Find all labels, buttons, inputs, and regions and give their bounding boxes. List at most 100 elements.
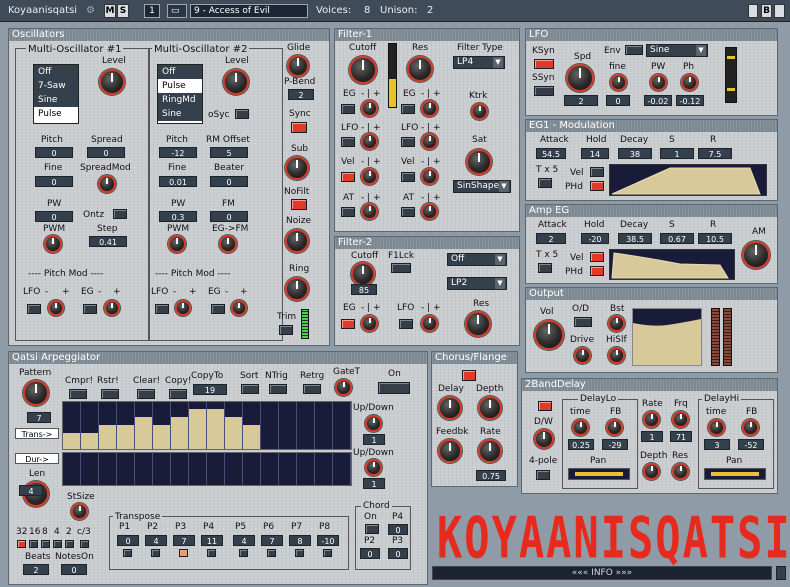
updown-1-knob[interactable]: [365, 415, 382, 432]
sync-button[interactable]: [291, 122, 307, 133]
f1-eg2-button[interactable]: [401, 104, 415, 114]
res-knob[interactable]: [672, 463, 689, 480]
retrg-button[interactable]: [303, 384, 321, 394]
osc1-pitch-value[interactable]: 0: [35, 147, 73, 158]
osc1-wave-option[interactable]: 7-Saw: [34, 79, 78, 93]
osc1-wave-option-selected[interactable]: Pulse: [34, 107, 78, 121]
res-2-button[interactable]: [65, 540, 74, 548]
arp-step-bar[interactable]: [117, 425, 135, 449]
vol-knob[interactable]: [534, 320, 564, 350]
fine-knob[interactable]: [610, 74, 627, 91]
preset-browser-icon[interactable]: ▭: [167, 4, 187, 18]
arp-step-bar[interactable]: [189, 409, 207, 449]
arp-step-bar[interactable]: [243, 425, 261, 449]
gear-icon[interactable]: ⚙: [86, 5, 95, 16]
spreadmod-knob[interactable]: [98, 175, 116, 193]
f1-vel2-button[interactable]: [401, 172, 415, 182]
eg1-r-value[interactable]: 7.5: [698, 148, 732, 159]
osc2-wave-option[interactable]: Off: [158, 65, 202, 79]
eg1-tx5-button[interactable]: [538, 178, 552, 188]
cmpr-button[interactable]: [69, 389, 87, 399]
osc2-lfo-amount-knob[interactable]: [175, 300, 191, 316]
osc2-wave-option[interactable]: RingMd: [158, 93, 202, 107]
chorus-on-button[interactable]: [462, 370, 476, 381]
ph-value[interactable]: -0.12: [676, 95, 704, 106]
osc2-level-knob[interactable]: [223, 69, 249, 95]
delayhi-fb-value[interactable]: -52: [738, 439, 764, 450]
osc2-wave-option[interactable]: Sine: [158, 107, 202, 121]
arp-duration-grid[interactable]: [62, 452, 352, 486]
transpose-p7-value[interactable]: 8: [289, 535, 311, 546]
pbend-value[interactable]: 2: [288, 89, 314, 100]
amp-phd-button[interactable]: [590, 266, 604, 276]
amp-tx5-button[interactable]: [538, 263, 552, 273]
chorus-feedbk-knob[interactable]: [438, 439, 462, 463]
osc1-fine-value[interactable]: 0: [35, 176, 73, 187]
eg1-attack-value[interactable]: 54.5: [536, 148, 566, 159]
arp-transpose-grid[interactable]: [62, 401, 352, 450]
four-pole-button[interactable]: [536, 470, 550, 480]
f2-lfo-knob[interactable]: [421, 315, 438, 332]
eg1-phd-button[interactable]: [590, 181, 604, 191]
res-c3-button[interactable]: [80, 540, 89, 548]
arp-step-bar[interactable]: [135, 417, 153, 449]
close-button[interactable]: [774, 4, 785, 18]
beats-value[interactable]: 2: [23, 564, 49, 575]
arp-step-bar[interactable]: [171, 417, 189, 449]
osync-button[interactable]: [235, 109, 249, 119]
pw-value[interactable]: -0.02: [644, 95, 672, 106]
transpose-p7-button[interactable]: [295, 549, 304, 557]
delaylo-fb-knob[interactable]: [606, 419, 623, 436]
f1lck-button[interactable]: [391, 263, 411, 273]
f2-res-knob[interactable]: [465, 311, 491, 337]
arp-step-bar[interactable]: [225, 417, 243, 449]
frq-value[interactable]: 71: [670, 431, 692, 442]
osc1-eg-amount-knob[interactable]: [104, 300, 120, 316]
am-knob[interactable]: [742, 241, 770, 269]
trans-button[interactable]: Trans->: [15, 428, 59, 439]
od-button[interactable]: [574, 317, 592, 327]
osc1-wave-option[interactable]: Sine: [34, 93, 78, 107]
sat-knob[interactable]: [466, 149, 492, 175]
updown-1-value[interactable]: 1: [363, 434, 385, 445]
updown-2-knob[interactable]: [365, 459, 382, 476]
osc2-pw-value[interactable]: 0.3: [159, 211, 197, 222]
pattern-knob[interactable]: [23, 380, 49, 406]
chorus-delay-knob[interactable]: [438, 396, 462, 420]
transpose-p8-value[interactable]: -10: [317, 535, 339, 546]
transpose-p3-button[interactable]: [179, 549, 188, 557]
arp-step-bar[interactable]: [63, 433, 81, 449]
osc1-pw-value[interactable]: 0: [35, 211, 73, 222]
amp-hold-value[interactable]: -20: [581, 233, 609, 244]
arp-step-bar[interactable]: [81, 433, 99, 449]
ktrk-knob[interactable]: [471, 103, 488, 120]
delaylo-fb-value[interactable]: -29: [602, 439, 628, 450]
nofilt-button[interactable]: [291, 199, 307, 210]
amp-r-value[interactable]: 10.5: [698, 233, 732, 244]
osc2-wave-option-selected[interactable]: Pulse: [158, 79, 202, 93]
filter-type-select[interactable]: LP4: [453, 56, 505, 69]
f1-res-knob[interactable]: [407, 56, 433, 82]
copyto-value[interactable]: 19: [193, 384, 227, 395]
eg1-s-value[interactable]: 1: [660, 148, 694, 159]
noteson-value[interactable]: 0: [61, 564, 87, 575]
sat-shape-select[interactable]: SinShape: [453, 180, 511, 193]
delayhi-pan-slider[interactable]: [704, 468, 766, 480]
len-value[interactable]: 4: [19, 485, 43, 496]
copy-button[interactable]: [169, 389, 187, 399]
transpose-p1-value[interactable]: 0: [117, 535, 139, 546]
f2-cutoff-value[interactable]: 85: [351, 284, 377, 295]
env-button[interactable]: [625, 45, 643, 55]
chord-on-button[interactable]: [365, 524, 379, 534]
clear-button[interactable]: [137, 389, 155, 399]
ssyn-button[interactable]: [534, 86, 554, 96]
res-4-button[interactable]: [53, 540, 62, 548]
hislf-knob[interactable]: [608, 347, 625, 364]
transpose-p5-button[interactable]: [239, 549, 248, 557]
f1-vel2-knob[interactable]: [421, 168, 438, 185]
osc1-eg-button[interactable]: [83, 304, 97, 314]
chorus-rate-value[interactable]: 0.75: [476, 470, 506, 481]
osc1-level-knob[interactable]: [99, 69, 125, 95]
f1-eg2-knob[interactable]: [421, 100, 438, 117]
voices-value[interactable]: 8: [364, 5, 370, 16]
